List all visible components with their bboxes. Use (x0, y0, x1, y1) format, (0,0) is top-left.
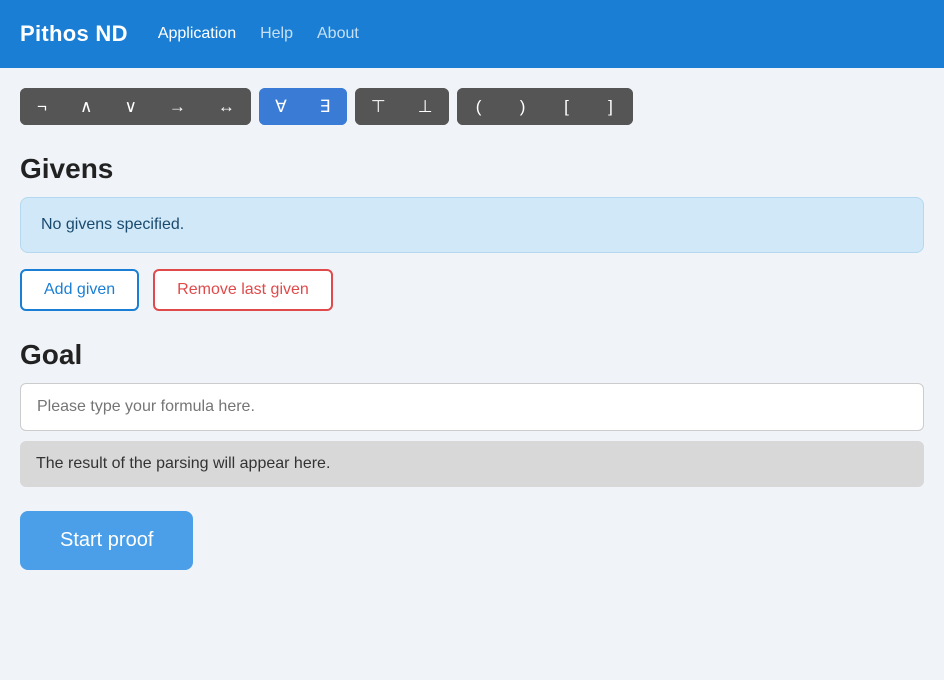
givens-title: Givens (20, 153, 924, 185)
symbol-true[interactable]: ⊤ (355, 88, 402, 125)
logic-connectives-group: ¬ ∧ ∨ → ↔ (20, 88, 251, 125)
main-nav: Application Help About (158, 21, 359, 47)
symbol-false[interactable]: ⊥ (402, 88, 449, 125)
header: Pithos ND Application Help About (0, 0, 944, 68)
symbol-open-paren[interactable]: ( (457, 88, 501, 125)
parse-result-display: The result of the parsing will appear he… (20, 441, 924, 487)
goal-formula-input[interactable] (20, 383, 924, 431)
quantifiers-group: ∀ ∃ (259, 88, 347, 125)
truth-values-group: ⊤ ⊥ (355, 88, 449, 125)
givens-empty-message: No givens specified. (41, 216, 184, 233)
brand-title: Pithos ND (20, 21, 128, 47)
nav-help[interactable]: Help (260, 21, 293, 47)
givens-display: No givens specified. (20, 197, 924, 253)
symbol-implies[interactable]: → (153, 88, 202, 125)
symbol-and[interactable]: ∧ (64, 88, 108, 125)
goal-title: Goal (20, 339, 924, 371)
symbol-or[interactable]: ∨ (108, 88, 152, 125)
symbol-close-paren[interactable]: ) (501, 88, 545, 125)
symbol-iff[interactable]: ↔ (202, 88, 251, 125)
givens-buttons: Add given Remove last given (20, 269, 924, 311)
symbol-exists[interactable]: ∃ (303, 88, 347, 125)
main-content: ¬ ∧ ∨ → ↔ ∀ ∃ ⊤ ⊥ ( ) [ ] Givens No give… (0, 68, 944, 600)
symbol-forall[interactable]: ∀ (259, 88, 303, 125)
remove-last-given-button[interactable]: Remove last given (153, 269, 333, 311)
symbol-not[interactable]: ¬ (20, 88, 64, 125)
nav-about[interactable]: About (317, 21, 359, 47)
symbol-toolbar: ¬ ∧ ∨ → ↔ ∀ ∃ ⊤ ⊥ ( ) [ ] (20, 88, 924, 125)
start-proof-button[interactable]: Start proof (20, 511, 193, 570)
add-given-button[interactable]: Add given (20, 269, 139, 311)
nav-application[interactable]: Application (158, 21, 236, 47)
symbol-open-bracket[interactable]: [ (545, 88, 589, 125)
symbol-close-bracket[interactable]: ] (589, 88, 633, 125)
brackets-group: ( ) [ ] (457, 88, 633, 125)
